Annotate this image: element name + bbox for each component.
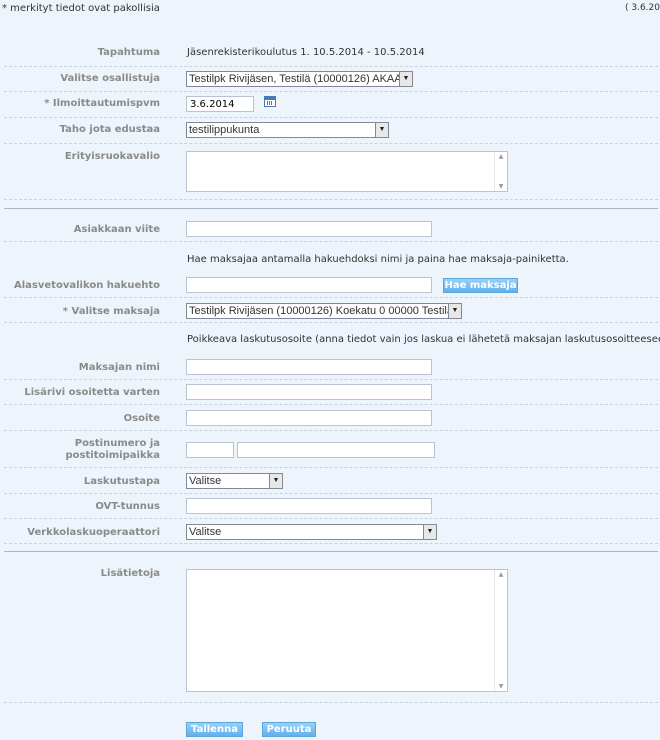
chevron-down-icon[interactable]: ▼ [423,525,436,539]
divider [4,379,658,380]
additional-info-textarea[interactable]: ▲ ▼ [186,569,508,692]
alt-billing-info: Poikkeava laskutusosoite (anna tiedot va… [187,334,660,345]
payer-search-info: Hae maksajaa antamalla hakuehdoksi nimi … [187,254,569,265]
chevron-down-icon[interactable]: ▼ [448,304,461,318]
represents-select[interactable]: testilippukunta ▼ [186,122,389,138]
additional-info-label: Lisätietoja [100,568,160,579]
divider [4,297,658,298]
divider [4,518,658,519]
extra-address-label: Lisärivi osoitetta varten [24,387,160,398]
search-payer-button[interactable]: Hae maksaja [443,278,518,293]
e-invoice-operator-selected-value: Valitse [189,526,222,538]
divider [4,493,658,494]
divider [4,467,658,468]
ovt-label: OVT-tunnus [95,501,160,512]
scroll-down-icon[interactable]: ▼ [495,683,507,690]
divider [4,66,658,67]
participant-selected-value: Testilpk Rivijäsen, Testilä (10000126) A… [189,73,402,85]
scroll-down-icon[interactable]: ▼ [495,183,507,190]
address-input[interactable] [186,410,432,426]
special-diet-label: Erityisruokavalio [64,151,160,162]
version-label: ( 3.6.20 [625,3,660,13]
divider [4,322,658,323]
payer-select[interactable]: Testilpk Rivijäsen (10000126) Koekatu 0 … [186,303,462,319]
chevron-down-icon[interactable]: ▼ [375,123,388,137]
divider [4,143,658,144]
section-divider [4,551,658,552]
postal-code-input[interactable] [186,442,234,458]
registration-date-input[interactable] [186,96,254,112]
special-diet-textarea[interactable]: ▲ ▼ [186,151,508,192]
payer-name-input[interactable] [186,359,432,375]
payer-name-label: Maksajan nimi [78,362,160,373]
dropdown-search-label: Alasvetovalikon hakuehto [14,280,160,291]
calendar-icon[interactable] [264,96,276,107]
divider [4,117,658,118]
event-value: Jäsenrekisterikoulutus 1. 10.5.2014 - 10… [187,47,425,58]
scrollbar[interactable]: ▲ ▼ [494,570,507,691]
payer-selected-value: Testilpk Rivijäsen (10000126) Koekatu 0 … [189,305,453,317]
extra-address-input[interactable] [186,384,432,400]
chevron-down-icon[interactable]: ▼ [269,474,282,488]
billing-method-select[interactable]: Valitse ▼ [186,473,283,489]
ovt-input[interactable] [186,498,432,514]
scroll-up-icon[interactable]: ▲ [495,571,507,578]
divider [4,702,658,703]
divider [4,543,658,544]
represents-label: Taho jota edustaa [59,124,160,135]
payer-search-input[interactable] [186,277,432,293]
divider [4,199,658,200]
scrollbar[interactable]: ▲ ▼ [494,152,507,191]
billing-method-label: Laskutustapa [83,476,160,487]
address-label: Osoite [123,413,160,424]
participant-label: Valitse osallistuja [60,73,160,84]
postal-city-input[interactable] [237,442,435,458]
customer-ref-label: Asiakkaan viite [73,224,160,235]
chevron-down-icon[interactable]: ▼ [399,72,412,86]
required-note: * merkityt tiedot ovat pakollisia [2,3,160,14]
section-divider [4,208,658,209]
postal-label: Postinumero ja postitoimipaikka [65,438,161,461]
divider [4,91,658,92]
save-button[interactable]: Tallenna [186,722,243,737]
divider [4,404,658,405]
e-invoice-operator-label: Verkkolaskuoperaattori [27,527,160,538]
registration-date-label: * Ilmoittautumispvm [44,98,160,109]
payer-label: * Valitse maksaja [62,306,160,317]
represents-selected-value: testilippukunta [189,124,260,136]
divider [4,430,658,431]
event-label: Tapahtuma [97,47,160,58]
billing-method-selected-value: Valitse [189,475,222,487]
participant-select[interactable]: Testilpk Rivijäsen, Testilä (10000126) A… [186,71,413,87]
customer-ref-input[interactable] [186,221,432,237]
divider [4,241,658,242]
scroll-up-icon[interactable]: ▲ [495,153,507,160]
cancel-button[interactable]: Peruuta [262,722,316,737]
e-invoice-operator-select[interactable]: Valitse ▼ [186,524,437,540]
